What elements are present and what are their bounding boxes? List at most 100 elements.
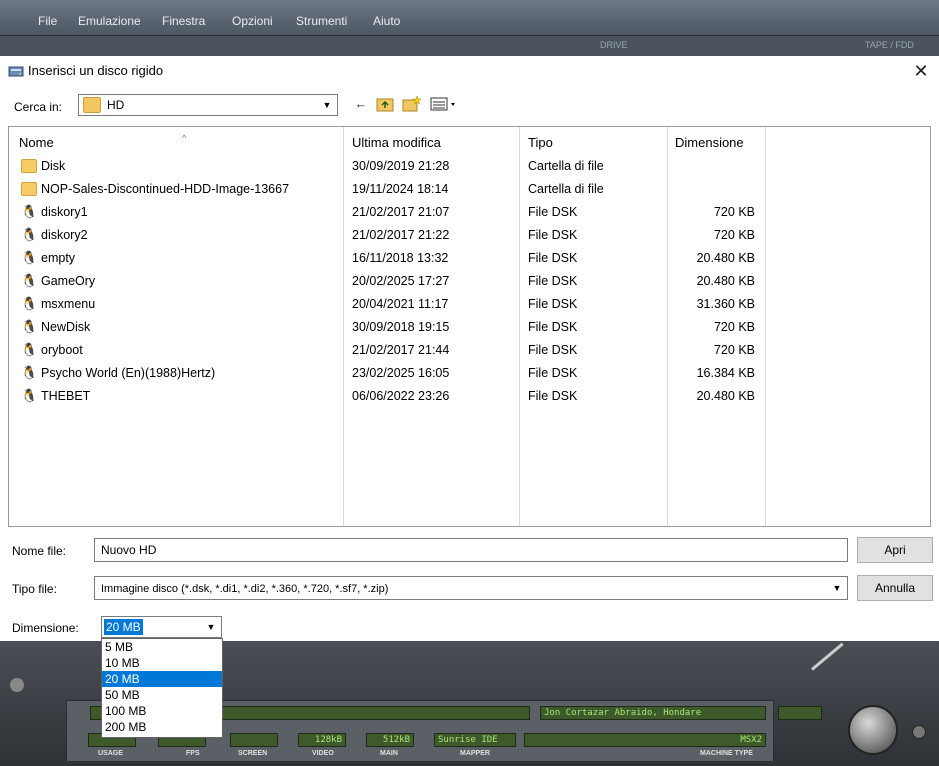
file-modified: 23/02/2025 16:05 xyxy=(352,366,450,380)
file-modified: 21/02/2017 21:22 xyxy=(352,228,450,242)
dsk-file-icon: 🐧 xyxy=(21,296,38,311)
size-option-selected[interactable]: 20 MB xyxy=(102,671,222,687)
menu-file[interactable]: File xyxy=(38,14,57,28)
file-name: THEBET xyxy=(41,389,91,403)
menu-finestra[interactable]: Finestra xyxy=(162,14,205,28)
size-label: Dimensione: xyxy=(12,621,79,635)
chevron-down-icon[interactable]: ▼ xyxy=(319,97,335,113)
insert-hard-disk-dialog: Inserisci un disco rigido ✕ Cerca in: HD… xyxy=(0,56,939,641)
file-name: oryboot xyxy=(41,343,83,357)
file-size: 31.360 KB xyxy=(696,297,755,311)
file-row[interactable]: 🐧 GameOry 20/02/2025 17:27 File DSK 20.480 K… xyxy=(9,270,930,293)
lcd-machine-name: Jon Cortazar Abraido, Hondare xyxy=(540,706,766,720)
file-size: 720 KB xyxy=(713,320,755,334)
chevron-down-icon[interactable]: ▼ xyxy=(829,578,845,598)
dsk-file-icon: 🐧 xyxy=(21,342,38,357)
hard-disk-icon xyxy=(8,66,24,77)
file-modified: 30/09/2018 19:15 xyxy=(352,320,450,334)
folder-icon xyxy=(21,159,37,173)
file-modified: 21/02/2017 21:07 xyxy=(352,205,450,219)
settings-dot-icon[interactable] xyxy=(912,725,926,739)
look-in-combo[interactable]: HD ▼ xyxy=(78,94,338,116)
file-size: 720 KB xyxy=(713,343,755,357)
size-selected-value: 20 MB xyxy=(104,619,143,635)
file-type: File DSK xyxy=(528,228,578,242)
label-mapper: MAPPER xyxy=(460,750,490,757)
filename-input[interactable]: Nuovo HD xyxy=(94,538,848,562)
file-modified: 20/02/2025 17:27 xyxy=(352,274,450,288)
close-icon[interactable]: ✕ xyxy=(907,58,935,84)
size-option[interactable]: 200 MB xyxy=(102,719,222,735)
column-header-modified[interactable]: Ultima modifica xyxy=(352,135,441,150)
file-row[interactable]: 🐧 msxmenu 20/04/2021 11:17 File DSK 31.360 K… xyxy=(9,293,930,316)
chevron-down-icon[interactable]: ▼ xyxy=(203,619,219,635)
file-modified: 19/11/2024 18:14 xyxy=(352,182,449,196)
open-button[interactable]: Apri xyxy=(857,537,933,563)
menu-emulazione[interactable]: Emulazione xyxy=(78,14,141,28)
cancel-button[interactable]: Annulla xyxy=(857,575,933,601)
emulator-menubar: File Emulazione Finestra Opzioni Strumen… xyxy=(0,0,939,36)
dsk-file-icon: 🐧 xyxy=(21,204,38,219)
file-name: diskory2 xyxy=(41,228,88,242)
lcd-main: 512kB xyxy=(366,733,414,747)
file-modified: 21/02/2017 21:44 xyxy=(352,343,450,357)
file-list[interactable]: Nome ^ Ultima modifica Tipo Dimensione D… xyxy=(8,126,931,527)
view-menu-icon[interactable] xyxy=(428,94,464,114)
file-modified: 06/06/2022 23:26 xyxy=(352,389,450,403)
size-option[interactable]: 5 MB xyxy=(102,639,222,655)
file-type: File DSK xyxy=(528,320,578,334)
file-type: File DSK xyxy=(528,205,578,219)
back-arrow-icon[interactable]: ← xyxy=(350,94,372,114)
file-row[interactable]: Disk 30/09/2019 21:28 Cartella di file xyxy=(9,155,930,178)
filetype-select[interactable]: Immagine disco (*.dsk, *.di1, *.di2, *.3… xyxy=(94,576,848,600)
menu-strumenti[interactable]: Strumenti xyxy=(296,14,347,28)
file-row[interactable]: 🐧 oryboot 21/02/2017 21:44 File DSK 720 KB xyxy=(9,339,930,362)
file-type: Cartella di file xyxy=(528,159,604,173)
dsk-file-icon: 🐧 xyxy=(21,388,38,403)
size-select[interactable]: 20 MB ▼ xyxy=(101,616,222,638)
label-screen: SCREEN xyxy=(238,750,268,757)
volume-knob[interactable] xyxy=(848,705,898,755)
file-modified: 20/04/2021 11:17 xyxy=(352,297,449,311)
label-main: MAIN xyxy=(380,750,398,757)
file-row[interactable]: 🐧 empty 16/11/2018 13:32 File DSK 20.480 KB xyxy=(9,247,930,270)
file-row[interactable]: 🐧 diskory2 21/02/2017 21:22 File DSK 720 KB xyxy=(9,224,930,247)
file-modified: 30/09/2019 21:28 xyxy=(352,159,450,173)
label-usage: USAGE xyxy=(98,750,123,757)
file-size: 720 KB xyxy=(713,228,755,242)
file-row[interactable]: 🐧 THEBET 06/06/2022 23:26 File DSK 20.480 KB xyxy=(9,385,930,408)
power-icon[interactable] xyxy=(10,678,24,692)
file-modified: 16/11/2018 13:32 xyxy=(352,251,449,265)
menu-opzioni[interactable]: Opzioni xyxy=(232,14,273,28)
column-header-type[interactable]: Tipo xyxy=(528,135,553,150)
lcd-video: 128kB xyxy=(298,733,346,747)
look-in-label: Cerca in: xyxy=(14,100,63,114)
file-type: File DSK xyxy=(528,366,578,380)
dsk-file-icon: 🐧 xyxy=(21,250,38,265)
lcd-right xyxy=(778,706,822,720)
file-name: diskory1 xyxy=(41,205,88,219)
file-type: File DSK xyxy=(528,274,578,288)
new-folder-icon[interactable] xyxy=(400,94,422,114)
dialog-title: Inserisci un disco rigido xyxy=(28,63,164,78)
file-name: empty xyxy=(41,251,76,265)
column-header-size[interactable]: Dimensione xyxy=(675,135,744,150)
file-row[interactable]: 🐧 Psycho World (En)(1988)Hertz) 23/02/2025… xyxy=(9,362,930,385)
file-type: File DSK xyxy=(528,343,578,357)
file-type: File DSK xyxy=(528,389,578,403)
size-option[interactable]: 10 MB xyxy=(102,655,222,671)
file-name: NewDisk xyxy=(41,320,91,334)
column-header-name[interactable]: Nome ^ xyxy=(19,133,186,150)
up-folder-icon[interactable] xyxy=(374,94,396,114)
filename-label: Nome file: xyxy=(12,544,67,558)
menu-aiuto[interactable]: Aiuto xyxy=(373,14,400,28)
file-row[interactable]: 🐧 NewDisk 30/09/2018 19:15 File DSK 720 KB xyxy=(9,316,930,339)
file-row[interactable]: 🐧 diskory1 21/02/2017 21:07 File DSK 720 KB xyxy=(9,201,930,224)
size-option[interactable]: 100 MB xyxy=(102,703,222,719)
filetype-label: Tipo file: xyxy=(12,582,57,596)
antenna-icon xyxy=(811,642,861,692)
size-option[interactable]: 50 MB xyxy=(102,687,222,703)
file-name: NOP-Sales-Discontinued-HDD-Image-13667 xyxy=(41,182,290,196)
file-row[interactable]: NOP-Sales-Discontinued-HDD-Image-13667 19… xyxy=(9,178,930,201)
file-name: Psycho World (En)(1988)Hertz) xyxy=(41,366,216,380)
